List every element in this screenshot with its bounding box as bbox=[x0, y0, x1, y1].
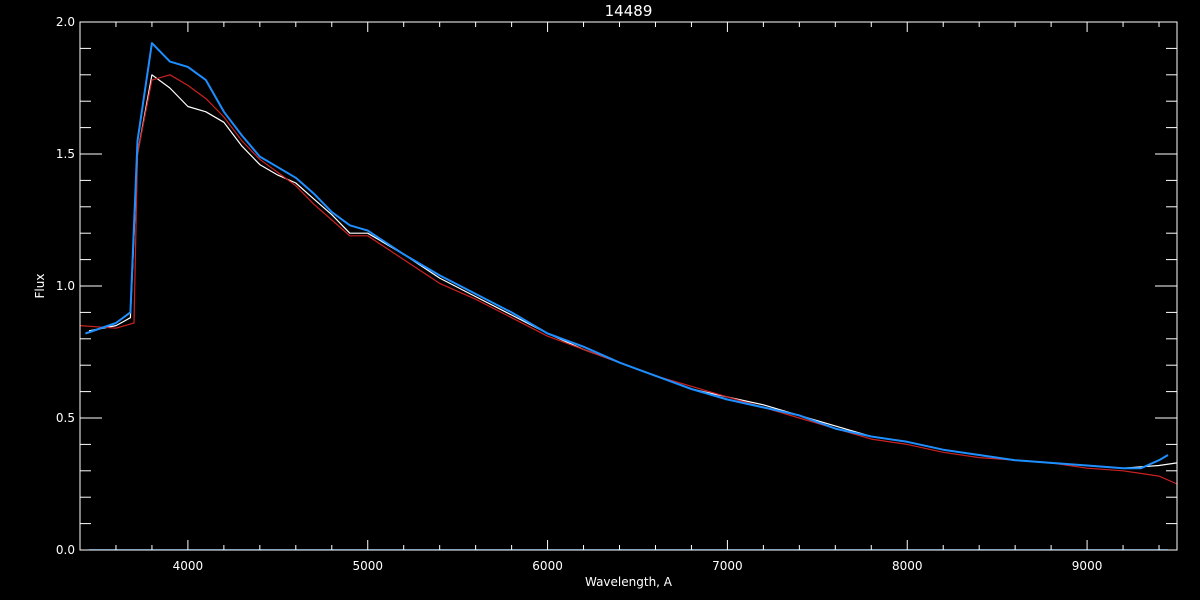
chart-background bbox=[0, 0, 1200, 600]
y-tick-label: 0.5 bbox=[56, 411, 75, 425]
x-tick-label: 4000 bbox=[173, 559, 204, 573]
spectrum-chart: 4000 5000 6000 7000 8000 90000.00.51.01.52.0 … bbox=[0, 0, 1200, 600]
y-tick-label: 0.0 bbox=[56, 543, 75, 557]
x-tick-label: 8000 bbox=[892, 559, 923, 573]
y-tick-label: 2.0 bbox=[56, 15, 75, 29]
x-axis-label: Wavelength, A bbox=[585, 575, 673, 589]
chart-title: 14489 bbox=[605, 2, 653, 20]
y-tick-label: 1.0 bbox=[56, 279, 75, 293]
y-axis-label: Flux bbox=[33, 274, 47, 299]
x-tick-label: 9000 bbox=[1072, 559, 1103, 573]
y-tick-label: 1.5 bbox=[56, 147, 75, 161]
x-tick-label: 7000 bbox=[712, 559, 743, 573]
x-tick-label: 6000 bbox=[532, 559, 563, 573]
x-tick-label: 5000 bbox=[352, 559, 383, 573]
